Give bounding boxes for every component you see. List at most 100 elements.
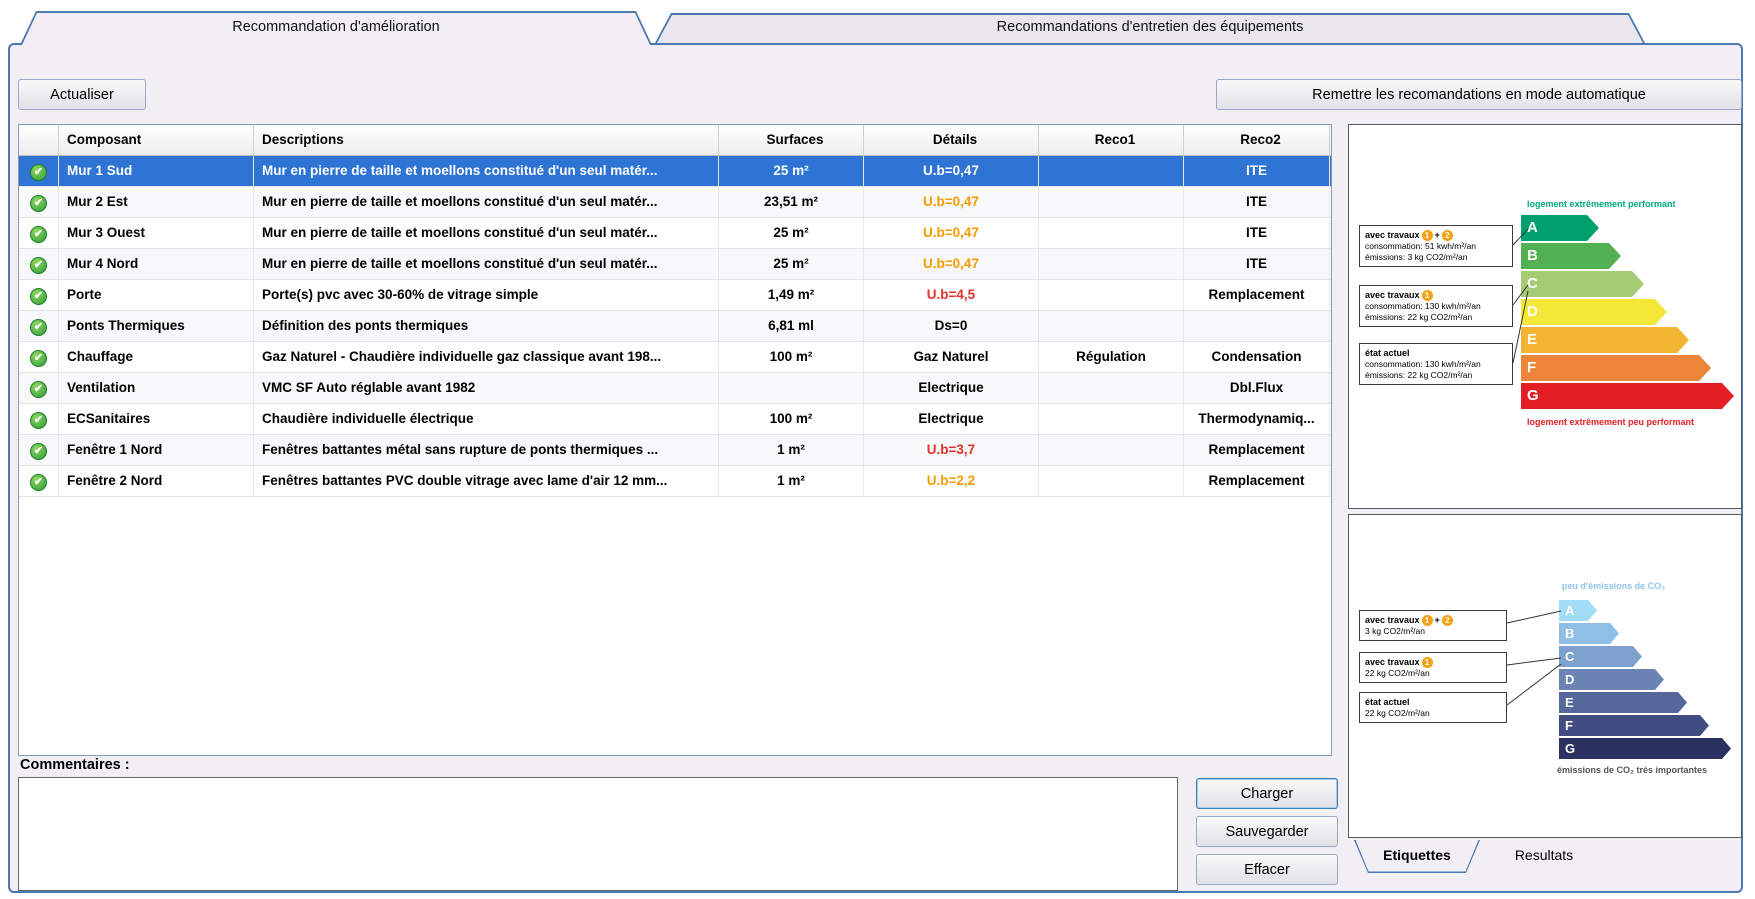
row-reco1: Régulation — [1039, 342, 1184, 372]
row-reco1 — [1039, 218, 1184, 248]
check-icon: ✔ — [30, 164, 47, 181]
tab-recommandations-entretien[interactable]: Recommandations d'entretien des équipeme… — [655, 13, 1645, 43]
annotation-line: consommation: 130 kwh/m²/an — [1365, 359, 1481, 369]
row-reco2: Dbl.Flux — [1184, 373, 1330, 403]
row-reco2: Remplacement — [1184, 435, 1330, 465]
col-header-composant[interactable]: Composant — [59, 125, 254, 155]
col-header-details[interactable]: Détails — [864, 125, 1039, 155]
work-step-badge: 1 — [1421, 656, 1433, 668]
table-row[interactable]: ✔ Mur 3 Ouest Mur en pierre de taille et m… — [19, 218, 1331, 249]
energy-chart-bottom-label: logement extrêmement peu performant — [1527, 417, 1695, 427]
col-header-reco2[interactable]: Reco2 — [1184, 125, 1330, 155]
table-row[interactable]: ✔ Ventilation VMC SF Auto réglable avant 1… — [19, 373, 1331, 404]
row-status-cell: ✔ — [19, 280, 59, 310]
co2-class-bar-A: A — [1559, 600, 1597, 621]
work-step-badge: 1 — [1421, 289, 1433, 301]
row-composant: Mur 1 Sud — [59, 156, 254, 186]
charger-button[interactable]: Charger — [1196, 778, 1338, 809]
table-row[interactable]: ✔ ECSanitaires Chaudière individuelle élec… — [19, 404, 1331, 435]
tab-etiquettes[interactable]: Etiquettes — [1354, 840, 1480, 873]
row-status-cell: ✔ — [19, 373, 59, 403]
row-status-cell: ✔ — [19, 311, 59, 341]
row-surface: 25 m² — [719, 249, 864, 279]
table-row[interactable]: ✔ Ponts Thermiques Définition des ponts th… — [19, 311, 1331, 342]
row-status-cell: ✔ — [19, 435, 59, 465]
app-window: Recommandation d'amélioration Recommanda… — [0, 0, 1755, 899]
energy-class-bar-C: C — [1521, 271, 1644, 297]
row-composant: Porte — [59, 280, 254, 310]
row-surface — [719, 373, 864, 403]
co2-class-letter: F — [1565, 718, 1573, 733]
co2-chart-bottom-label: émissions de CO₂ très importantes — [1557, 765, 1708, 775]
annotation-title: avec travaux — [1365, 230, 1420, 240]
tab-label: Recommandation d'amélioration — [232, 19, 440, 35]
energy-annotation-2: avec travaux 1 consommation: 130 kwh/m²/an… — [1359, 285, 1513, 327]
energy-class-letter: B — [1527, 247, 1538, 264]
annotation-title: avec travaux — [1365, 615, 1420, 625]
co2-class-bar-F: F — [1559, 715, 1709, 736]
table-row[interactable]: ✔ Chauffage Gaz Naturel - Chaudière indivi… — [19, 342, 1331, 373]
row-reco1 — [1039, 156, 1184, 186]
sauvegarder-button[interactable]: Sauvegarder — [1196, 816, 1338, 847]
row-reco1 — [1039, 311, 1184, 341]
annotation-line: 22 kg CO2/m²/an — [1365, 668, 1430, 678]
row-details: U.b=0,47 — [864, 187, 1039, 217]
tab-recommandation-amelioration[interactable]: Recommandation d'amélioration — [20, 11, 652, 45]
table-row[interactable]: ✔ Mur 1 Sud Mur en pierre de taille et moe… — [19, 156, 1331, 187]
co2-class-bar-C: C — [1559, 646, 1642, 667]
work-step-badge: 2 — [1441, 614, 1453, 626]
plus-separator: + — [1434, 230, 1440, 240]
effacer-button[interactable]: Effacer — [1196, 854, 1338, 885]
comments-label: Commentaires : — [20, 757, 130, 773]
work-step-badge: 1 — [1421, 614, 1433, 626]
comments-textarea[interactable] — [18, 777, 1178, 891]
row-details: U.b=4,5 — [864, 280, 1039, 310]
row-reco1 — [1039, 373, 1184, 403]
components-table: Composant Descriptions Surfaces Détails … — [18, 124, 1332, 756]
col-header-descriptions[interactable]: Descriptions — [254, 125, 719, 155]
reset-auto-recommendations-button[interactable]: Remettre les recomandations en mode auto… — [1216, 79, 1742, 110]
energy-class-bar-F: F — [1521, 355, 1711, 381]
col-header-surfaces[interactable]: Surfaces — [719, 125, 864, 155]
row-description: VMC SF Auto réglable avant 1982 — [254, 373, 719, 403]
row-reco2: ITE — [1184, 218, 1330, 248]
check-icon: ✔ — [30, 443, 47, 460]
tab-label: Recommandations d'entretien des équipeme… — [996, 19, 1304, 35]
annotation-line: émissions: 3 kg CO2/m²/an — [1365, 252, 1468, 262]
co2-annotation-1: avec travaux 1 +2 3 kg CO2/m²/an — [1359, 610, 1507, 641]
row-description: Mur en pierre de taille et moellons cons… — [254, 187, 719, 217]
row-details: U.b=0,47 — [864, 249, 1039, 279]
actualiser-button[interactable]: Actualiser — [18, 79, 146, 110]
row-reco2 — [1184, 311, 1330, 341]
table-row[interactable]: ✔ Mur 2 Est Mur en pierre de taille et moe… — [19, 187, 1331, 218]
check-icon: ✔ — [30, 412, 47, 429]
table-row[interactable]: ✔ Fenêtre 1 Nord Fenêtres battantes métal … — [19, 435, 1331, 466]
co2-chart-top-label: peu d'émissions de CO₂ — [1562, 581, 1666, 591]
work-step-badge: 2 — [1441, 229, 1453, 241]
row-description: Porte(s) pvc avec 30-60% de vitrage simp… — [254, 280, 719, 310]
co2-class-letter: B — [1565, 626, 1575, 641]
col-header-reco1[interactable]: Reco1 — [1039, 125, 1184, 155]
check-icon: ✔ — [30, 195, 47, 212]
table-row[interactable]: ✔ Porte Porte(s) pvc avec 30-60% de vitrag… — [19, 280, 1331, 311]
row-reco2: Condensation — [1184, 342, 1330, 372]
row-reco1 — [1039, 435, 1184, 465]
row-composant: Ponts Thermiques — [59, 311, 254, 341]
check-icon: ✔ — [30, 474, 47, 491]
tab-label: Resultats — [1514, 847, 1574, 863]
energy-class-bar-D: D — [1521, 299, 1667, 325]
tab-resultats[interactable]: Resultats — [1484, 840, 1604, 873]
energy-class-letter: C — [1527, 275, 1538, 292]
row-reco2: ITE — [1184, 187, 1330, 217]
row-details: U.b=2,2 — [864, 466, 1039, 496]
row-reco1 — [1039, 466, 1184, 496]
row-reco1 — [1039, 187, 1184, 217]
energy-class-letter: G — [1527, 387, 1539, 404]
row-surface: 1,49 m² — [719, 280, 864, 310]
co2-class-letter: E — [1565, 695, 1574, 710]
col-header-status[interactable] — [19, 125, 59, 155]
table-row[interactable]: ✔ Fenêtre 2 Nord Fenêtres battantes PVC do… — [19, 466, 1331, 497]
co2-class-bar-E: E — [1559, 692, 1687, 713]
row-description: Mur en pierre de taille et moellons cons… — [254, 156, 719, 186]
table-row[interactable]: ✔ Mur 4 Nord Mur en pierre de taille et mo… — [19, 249, 1331, 280]
